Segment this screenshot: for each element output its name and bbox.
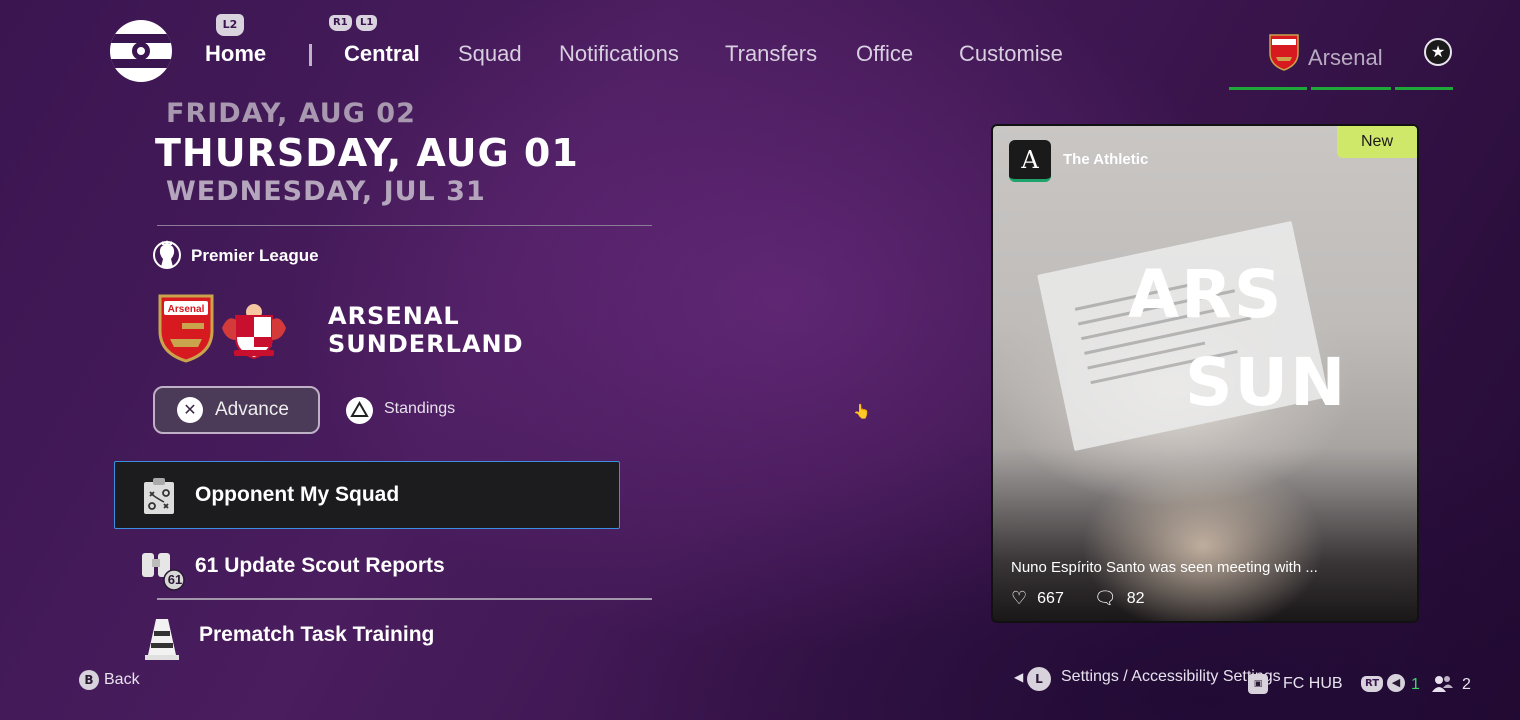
home-team-name: ARSENAL [328, 302, 460, 330]
pointer-cursor-icon: 👆 [853, 404, 871, 420]
tab-squad[interactable]: Squad [458, 41, 522, 67]
r1-hint-icon: R1 [329, 15, 352, 31]
news-stats: ♡ 667 🗨 82 [1011, 588, 1145, 609]
efootball-logo [110, 20, 172, 82]
l-stick-icon: L [1027, 667, 1051, 691]
standings-button[interactable]: Standings [384, 400, 455, 418]
tab-transfers[interactable]: Transfers [725, 41, 817, 67]
away-team-name: SUNDERLAND [328, 330, 524, 358]
arsenal-crest: Arsenal [158, 294, 214, 363]
news-headline-line1: ARS [1128, 256, 1284, 333]
chevron-left-icon: ◀ [1014, 670, 1024, 684]
menu-item-label[interactable]: Prematch Task Training [199, 623, 434, 647]
rt-hint-icon: RT [1361, 676, 1384, 692]
tab-office[interactable]: Office [856, 41, 913, 67]
l2-hint-icon: L2 [216, 14, 244, 36]
fc-hub-icon: ▣ [1248, 674, 1268, 694]
arsenal-crest-icon [1269, 34, 1299, 71]
menu-item-label: Opponent My Squad [195, 483, 400, 506]
sunderland-crest [222, 304, 286, 360]
scout-reports-badge: 61 [167, 572, 183, 587]
news-source: The Athletic [1063, 151, 1149, 168]
premier-league-lion-icon [153, 240, 181, 269]
notification-count: 1 [1411, 676, 1420, 693]
date-current: THURSDAY, AUG 01 [155, 131, 579, 175]
comment-icon: 🗨 [1093, 588, 1117, 608]
divider [157, 225, 652, 226]
club-indicator-lines [1229, 75, 1457, 94]
tab-notifications[interactable]: Notifications [559, 41, 679, 67]
news-caption: Nuno Espírito Santo was seen meeting wit… [1011, 559, 1318, 576]
cross-button-icon: ✕ [177, 397, 203, 423]
tab-central[interactable]: Central [344, 41, 420, 67]
volume-icon: ◀ [1387, 674, 1405, 692]
training-cone-icon [145, 619, 179, 660]
tactics-board-icon [144, 478, 174, 514]
news-headline-line2: SUN [1185, 344, 1348, 421]
nav-home[interactable]: Home [205, 41, 266, 67]
league-name: Premier League [191, 246, 319, 265]
star-icon[interactable]: ★ [1424, 38, 1452, 66]
menu-item-label[interactable]: 61 Update Scout Reports [195, 554, 445, 578]
advance-button[interactable]: ✕ Advance [153, 386, 320, 434]
date-previous[interactable]: FRIDAY, AUG 02 [166, 98, 416, 129]
comments-count: 82 [1126, 589, 1145, 607]
new-badge: New [1337, 126, 1417, 158]
heart-icon: ♡ [1011, 588, 1028, 608]
advance-label: Advance [215, 399, 289, 420]
l1-hint-icon: L1 [356, 15, 378, 31]
date-next[interactable]: WEDNESDAY, JUL 31 [166, 176, 486, 207]
players-count: 2 [1462, 676, 1471, 693]
players-icon [1432, 676, 1453, 692]
back-button[interactable]: Back [104, 671, 140, 689]
tab-customise[interactable]: Customise [959, 41, 1063, 67]
club-name[interactable]: Arsenal [1308, 45, 1383, 71]
triangle-button-icon [346, 397, 373, 424]
likes-count: 667 [1037, 589, 1064, 607]
fc-hub-link[interactable]: FC HUB [1283, 675, 1343, 693]
news-card[interactable]: A The Athletic New ARS SUN Nuno Espírito… [991, 124, 1419, 623]
the-athletic-logo-icon: A [1009, 140, 1051, 182]
nav-separator [309, 44, 312, 66]
arsenal-crest-label: Arsenal [168, 304, 205, 315]
b-button-icon: B [79, 670, 99, 690]
divider [157, 598, 652, 600]
